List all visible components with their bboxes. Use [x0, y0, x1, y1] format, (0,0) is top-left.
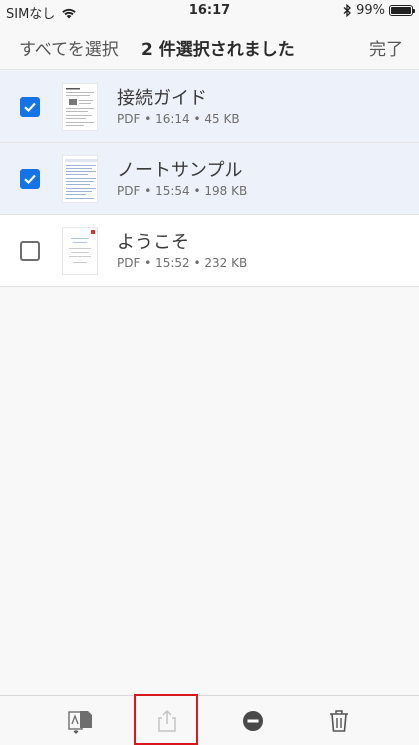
file-name: ようこそ: [117, 232, 189, 253]
file-meta: PDF • 15:54 • 198 KB: [117, 184, 248, 198]
status-bar: SIMなし 16:17 99%: [0, 0, 419, 22]
remove-icon[interactable]: [240, 708, 266, 734]
checkmark-icon: [24, 174, 36, 185]
file-meta: PDF • 15:52 • 232 KB: [117, 256, 248, 270]
checkmark-icon: [24, 102, 36, 113]
done-button[interactable]: 完了: [369, 35, 403, 60]
battery-icon: [389, 5, 415, 16]
file-name: 接続ガイド: [117, 88, 207, 109]
pdf-thumbnail: [62, 155, 98, 203]
battery-fill: [391, 7, 411, 14]
pdf-thumbnail: [62, 227, 98, 275]
file-row[interactable]: 接続ガイド PDF • 16:14 • 45 KB: [0, 71, 419, 143]
battery-percent: 99%: [356, 3, 385, 18]
select-all-button[interactable]: すべてを選択: [19, 35, 119, 60]
selection-count-title: 2 件選択されました: [141, 40, 295, 60]
file-name: ノートサンプル: [117, 160, 243, 181]
combine-pdf-icon[interactable]: [67, 708, 93, 734]
trash-icon[interactable]: [326, 708, 352, 734]
file-row[interactable]: ノートサンプル PDF • 15:54 • 198 KB: [0, 143, 419, 215]
pdf-thumbnail: [62, 83, 98, 131]
file-list: 接続ガイド PDF • 16:14 • 45 KB ノートサンプル PDF • …: [0, 71, 419, 287]
file-row[interactable]: ようこそ PDF • 15:52 • 232 KB: [0, 215, 419, 287]
file-checkbox[interactable]: [20, 169, 40, 189]
share-highlight-box: [134, 694, 198, 745]
status-right: 99%: [343, 3, 415, 18]
file-meta: PDF • 16:14 • 45 KB: [117, 112, 240, 126]
bottom-toolbar: [0, 695, 419, 745]
file-checkbox[interactable]: [20, 97, 40, 117]
file-checkbox[interactable]: [20, 241, 40, 261]
selection-nav-bar: すべてを選択 2 件選択されました 完了: [0, 22, 419, 70]
bluetooth-icon: [343, 4, 352, 17]
